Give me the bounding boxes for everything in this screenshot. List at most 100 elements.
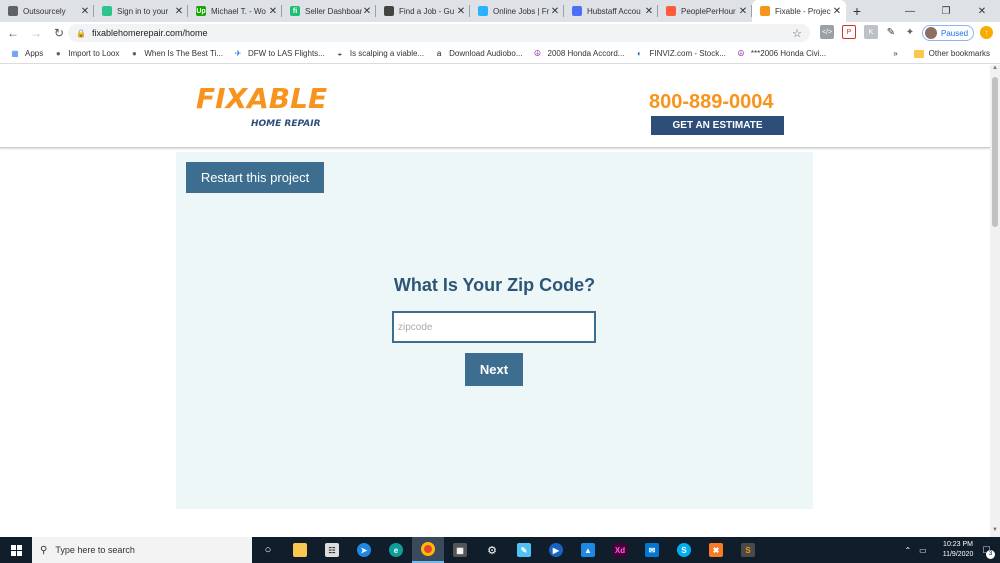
bookmark-item[interactable]: ✈ DFW to LAS Flights... [233, 49, 325, 59]
browser-tab[interactable]: fi Seller Dashboar ✕ [282, 0, 376, 22]
bookmark-item[interactable]: a Download Audiobo... [434, 49, 523, 59]
windows-logo-icon [10, 544, 22, 556]
new-tab-button[interactable]: + [846, 0, 868, 22]
extension-pen-icon[interactable]: ✎ [884, 25, 898, 39]
back-arrow-icon[interactable]: ← [3, 23, 23, 43]
close-tab-icon[interactable]: ✕ [456, 6, 466, 17]
more-bookmarks-chevron[interactable]: » [893, 49, 897, 58]
finviz-icon: ◐ [637, 49, 642, 58]
browser-tab[interactable]: Hubstaff Accou ✕ [564, 0, 658, 22]
bookmark-item[interactable]: ▦ Apps [10, 49, 43, 59]
xampp-icon[interactable]: ✖ [700, 537, 732, 563]
browser-tab[interactable]: Fixable - Projec ✕ [752, 0, 846, 22]
taskbar-search[interactable]: ⚲ Type here to search [32, 537, 252, 563]
extension-pocket-icon[interactable]: P [842, 25, 856, 39]
scrollbar-thumb[interactable] [992, 77, 998, 227]
bookmarks-bar: ▦ Apps ● Import to Loox ● When Is The Best Ti… [0, 44, 1000, 64]
adobe-xd-icon[interactable]: Xd [604, 537, 636, 563]
puzzle-icon[interactable]: ✦ [903, 25, 917, 39]
peace-icon: ☮ [737, 49, 745, 58]
page-scrollbar[interactable]: ▲ ▼ [990, 65, 1000, 537]
start-button[interactable] [0, 537, 32, 563]
clock[interactable]: 10:23 PM 11/9/2020 [943, 540, 974, 560]
avatar [925, 27, 937, 39]
get-estimate-button[interactable]: GET AN ESTIMATE [651, 116, 784, 135]
scroll-up-arrow-icon[interactable]: ▲ [990, 65, 1000, 75]
restore-icon[interactable]: ❐ [928, 0, 964, 22]
close-window-icon[interactable]: ✕ [964, 0, 1000, 22]
close-tab-icon[interactable]: ✕ [550, 6, 560, 17]
logo-wordmark: FIXABLE [196, 82, 328, 115]
bookmark-label: When Is The Best Ti... [144, 49, 223, 58]
form-question: What Is Your Zip Code? [393, 275, 596, 295]
task-view-icon[interactable]: ○ [252, 537, 284, 563]
browser-tab[interactable]: Find a Job - Gu ✕ [376, 0, 470, 22]
notifications-icon[interactable]: □3 [983, 544, 995, 559]
reload-icon[interactable]: ↻ [49, 23, 69, 43]
next-button[interactable]: Next [465, 353, 523, 386]
notepad-icon[interactable]: ✎ [508, 537, 540, 563]
browser-tab-strip: Outsourcely ✕ Sign in to your ✕ Up Michael T.… [0, 0, 1000, 22]
zipcode-input[interactable] [392, 311, 596, 343]
notification-badge: 3 [986, 550, 995, 559]
photos-icon[interactable]: ▲ [572, 537, 604, 563]
browser-tab[interactable]: Outsourcely ✕ [0, 0, 94, 22]
tab-list: Outsourcely ✕ Sign in to your ✕ Up Michael T.… [0, 0, 846, 22]
browser-tab[interactable]: Online Jobs | Fr ✕ [470, 0, 564, 22]
bookmark-item[interactable]: ☮ 2008 Honda Accord... [533, 49, 625, 59]
edge-icon[interactable]: e [380, 537, 412, 563]
skype-icon[interactable]: S [668, 537, 700, 563]
upwork-icon: Up [196, 6, 206, 16]
mail-icon[interactable]: ✉ [636, 537, 668, 563]
close-tab-icon[interactable]: ✕ [832, 6, 842, 17]
close-tab-icon[interactable]: ✕ [268, 6, 278, 17]
other-bookmarks[interactable]: Other bookmarks [929, 49, 990, 58]
close-tab-icon[interactable]: ✕ [644, 6, 654, 17]
calculator-icon[interactable]: ▦ [444, 537, 476, 563]
extension-k-icon[interactable]: K [864, 25, 878, 39]
bookmark-item[interactable]: ◐ FINVIZ.com - Stock... [634, 49, 726, 59]
tab-title: Outsourcely [23, 6, 66, 16]
address-bar[interactable]: 🔒 fixablehomerepair.com/home ☆ [68, 24, 810, 42]
scroll-down-arrow-icon[interactable]: ▼ [990, 527, 1000, 537]
sublime-icon[interactable]: S [732, 537, 764, 563]
bookmark-label: ***2006 Honda Civi... [750, 49, 827, 58]
update-menu-icon[interactable]: ↑ [980, 26, 993, 39]
bookmark-item[interactable]: ◒ Is scalping a viable... [335, 49, 424, 59]
tab-title: Sign in to your [117, 6, 169, 16]
bookmark-item[interactable]: ● Import to Loox [53, 49, 120, 59]
forward-arrow-icon[interactable]: → [26, 23, 46, 43]
bookmark-star-icon[interactable]: ☆ [792, 27, 802, 40]
profile-button[interactable]: Paused [922, 25, 974, 41]
store-icon[interactable]: ☷ [316, 537, 348, 563]
file-explorer-icon[interactable] [284, 537, 316, 563]
close-tab-icon[interactable]: ✕ [362, 6, 372, 17]
bookmark-item[interactable]: ☮ ***2006 Honda Civi... [736, 49, 826, 59]
extension-code-icon[interactable]: </> [820, 25, 834, 39]
network-icon[interactable]: ▭ [919, 546, 927, 555]
search-icon: ⚲ [40, 544, 48, 556]
close-tab-icon[interactable]: ✕ [174, 6, 184, 17]
browser-tab[interactable]: Sign in to your ✕ [94, 0, 188, 22]
restart-project-button[interactable]: Restart this project [186, 162, 324, 193]
url-text: fixablehomerepair.com/home [91, 28, 208, 38]
chrome-icon[interactable] [412, 537, 444, 563]
close-tab-icon[interactable]: ✕ [738, 6, 748, 17]
fixable-logo[interactable]: FIXABLE HOME REPAIR [196, 83, 327, 133]
safari-icon[interactable]: ➤ [348, 537, 380, 563]
browser-tab[interactable]: Up Michael T. - Wo ✕ [188, 0, 282, 22]
tray-chevron-icon[interactable]: ⌃ [904, 546, 911, 555]
minimize-icon[interactable]: — [892, 0, 928, 22]
bookmark-label: Apps [25, 49, 44, 58]
tab-title: Fixable - Projec [775, 6, 831, 16]
close-tab-icon[interactable]: ✕ [80, 6, 90, 17]
amazon-icon: a [436, 49, 442, 58]
bookmark-item[interactable]: ● When Is The Best Ti... [129, 49, 223, 59]
profile-status: Paused [941, 28, 969, 38]
media-player-icon[interactable]: ▶ [540, 537, 572, 563]
settings-gear-icon[interactable]: ⚙ [476, 537, 508, 563]
clock-time: 10:23 PM [943, 541, 974, 548]
pph-icon [666, 6, 676, 16]
browser-tab[interactable]: PeoplePerHour ✕ [658, 0, 752, 22]
phone-number[interactable]: 800-889-0004 [649, 91, 774, 114]
